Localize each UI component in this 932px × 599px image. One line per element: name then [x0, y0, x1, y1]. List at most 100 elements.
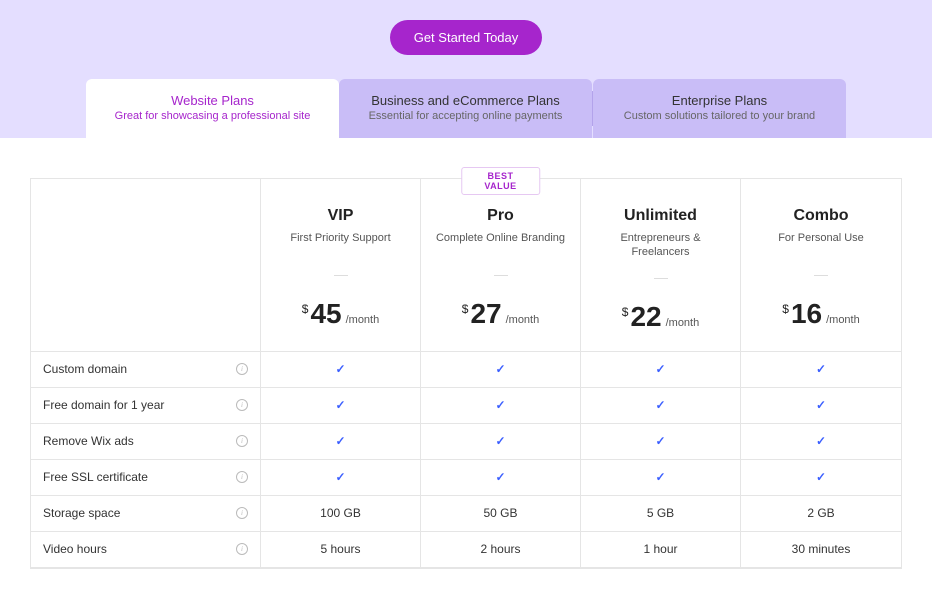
feature-label: Storage space i [31, 496, 261, 532]
feature-value: ✓ [741, 388, 901, 424]
feature-value: 2 GB [741, 496, 901, 532]
feature-value: 50 GB [421, 496, 581, 532]
feature-label: Remove Wix ads i [31, 424, 261, 460]
currency: $ [782, 302, 789, 316]
feature-value: ✓ [261, 460, 421, 496]
best-value-badge: BEST VALUE [461, 167, 541, 195]
check-icon: ✓ [495, 470, 505, 484]
plan-name: Combo [793, 207, 848, 225]
tab-business-plans[interactable]: Business and eCommerce Plans Essential f… [339, 79, 592, 138]
tab-subtitle: Custom solutions tailored to your brand [603, 110, 836, 122]
feature-value: ✓ [581, 424, 741, 460]
divider [334, 275, 348, 276]
info-icon[interactable]: i [236, 471, 248, 483]
header-empty [31, 179, 261, 352]
plan-header-pro: BEST VALUEProComplete Online Branding$27… [421, 179, 581, 352]
tab-title: Business and eCommerce Plans [349, 93, 582, 108]
check-icon: ✓ [335, 470, 345, 484]
plan-subtitle: Complete Online Branding [436, 231, 565, 257]
feature-value: ✓ [581, 460, 741, 496]
info-icon[interactable]: i [236, 507, 248, 519]
info-icon[interactable]: i [236, 435, 248, 447]
currency: $ [622, 305, 629, 319]
check-icon: ✓ [655, 470, 665, 484]
feature-text: Remove Wix ads [43, 434, 134, 448]
price-period: /month [346, 314, 380, 326]
feature-label: Free domain for 1 year i [31, 388, 261, 424]
feature-value: ✓ [581, 352, 741, 388]
price-period: /month [506, 314, 540, 326]
check-icon: ✓ [655, 362, 665, 376]
currency: $ [302, 302, 309, 316]
feature-value: ✓ [581, 388, 741, 424]
check-icon: ✓ [335, 362, 345, 376]
tab-title: Enterprise Plans [603, 93, 836, 108]
price-value: 27 [470, 298, 501, 330]
feature-value: 1 hour [581, 532, 741, 568]
hero: Get Started Today Website Plans Great fo… [0, 0, 932, 138]
check-icon: ✓ [495, 434, 505, 448]
plan-header-vip: VIP First Priority Support $45/month [261, 179, 421, 352]
feature-text: Video hours [43, 542, 107, 556]
check-icon: ✓ [495, 398, 505, 412]
feature-value: ✓ [741, 460, 901, 496]
check-icon: ✓ [335, 398, 345, 412]
feature-value: 5 GB [581, 496, 741, 532]
info-icon[interactable]: i [236, 399, 248, 411]
get-started-button[interactable]: Get Started Today [390, 20, 543, 55]
feature-text: Free domain for 1 year [43, 398, 164, 412]
tab-subtitle: Great for showcasing a professional site [96, 110, 329, 122]
price-value: 22 [630, 301, 661, 333]
feature-value: 5 hours [261, 532, 421, 568]
info-icon[interactable]: i [236, 543, 248, 555]
currency: $ [462, 302, 469, 316]
feature-text: Custom domain [43, 362, 127, 376]
plan-header-combo: Combo For Personal Use $16/month [741, 179, 901, 352]
price-period: /month [666, 317, 700, 329]
price-value: 16 [791, 298, 822, 330]
info-icon[interactable]: i [236, 363, 248, 375]
plan-price: $27/month [462, 298, 539, 330]
tab-title: Website Plans [96, 93, 329, 108]
feature-label: Video hours i [31, 532, 261, 568]
check-icon: ✓ [816, 434, 826, 448]
plan-header-unlimited: Unlimited Entrepreneurs & Freelancers $22 /… [581, 179, 741, 352]
feature-text: Storage space [43, 506, 120, 520]
feature-value: ✓ [741, 424, 901, 460]
plan-name: VIP [328, 207, 354, 225]
plan-subtitle: First Priority Support [290, 231, 390, 257]
check-icon: ✓ [655, 434, 665, 448]
feature-value: 2 hours [421, 532, 581, 568]
check-icon: ✓ [335, 434, 345, 448]
feature-value: ✓ [261, 388, 421, 424]
divider [654, 278, 668, 279]
check-icon: ✓ [495, 362, 505, 376]
plan-price: $16/month [782, 298, 859, 330]
feature-value: ✓ [421, 424, 581, 460]
plan-subtitle: Entrepreneurs & Freelancers [591, 231, 730, 260]
feature-text: Free SSL certificate [43, 470, 148, 484]
feature-label: Free SSL certificate i [31, 460, 261, 496]
tab-website-plans[interactable]: Website Plans Great for showcasing a pro… [86, 79, 339, 138]
feature-value: ✓ [261, 352, 421, 388]
tab-subtitle: Essential for accepting online payments [349, 110, 582, 122]
feature-value: ✓ [421, 460, 581, 496]
pricing-grid: VIPFirst Priority Support$45/monthBEST V… [30, 178, 902, 569]
tab-enterprise-plans[interactable]: Enterprise Plans Custom solutions tailor… [593, 79, 846, 138]
check-icon: ✓ [816, 362, 826, 376]
feature-value: ✓ [741, 352, 901, 388]
feature-value: ✓ [261, 424, 421, 460]
feature-label: Custom domain i [31, 352, 261, 388]
feature-value: 30 minutes [741, 532, 901, 568]
plan-subtitle: For Personal Use [778, 231, 864, 257]
check-icon: ✓ [816, 470, 826, 484]
feature-value: ✓ [421, 352, 581, 388]
price-value: 45 [310, 298, 341, 330]
check-icon: ✓ [816, 398, 826, 412]
plan-tabs: Website Plans Great for showcasing a pro… [86, 79, 846, 138]
plan-price: $45/month [302, 298, 379, 330]
plan-name: Unlimited [624, 207, 697, 225]
pricing-section: VIP First Priority Support $45/month BEST V… [0, 138, 932, 599]
divider [814, 275, 828, 276]
plan-name: Pro [487, 207, 514, 225]
